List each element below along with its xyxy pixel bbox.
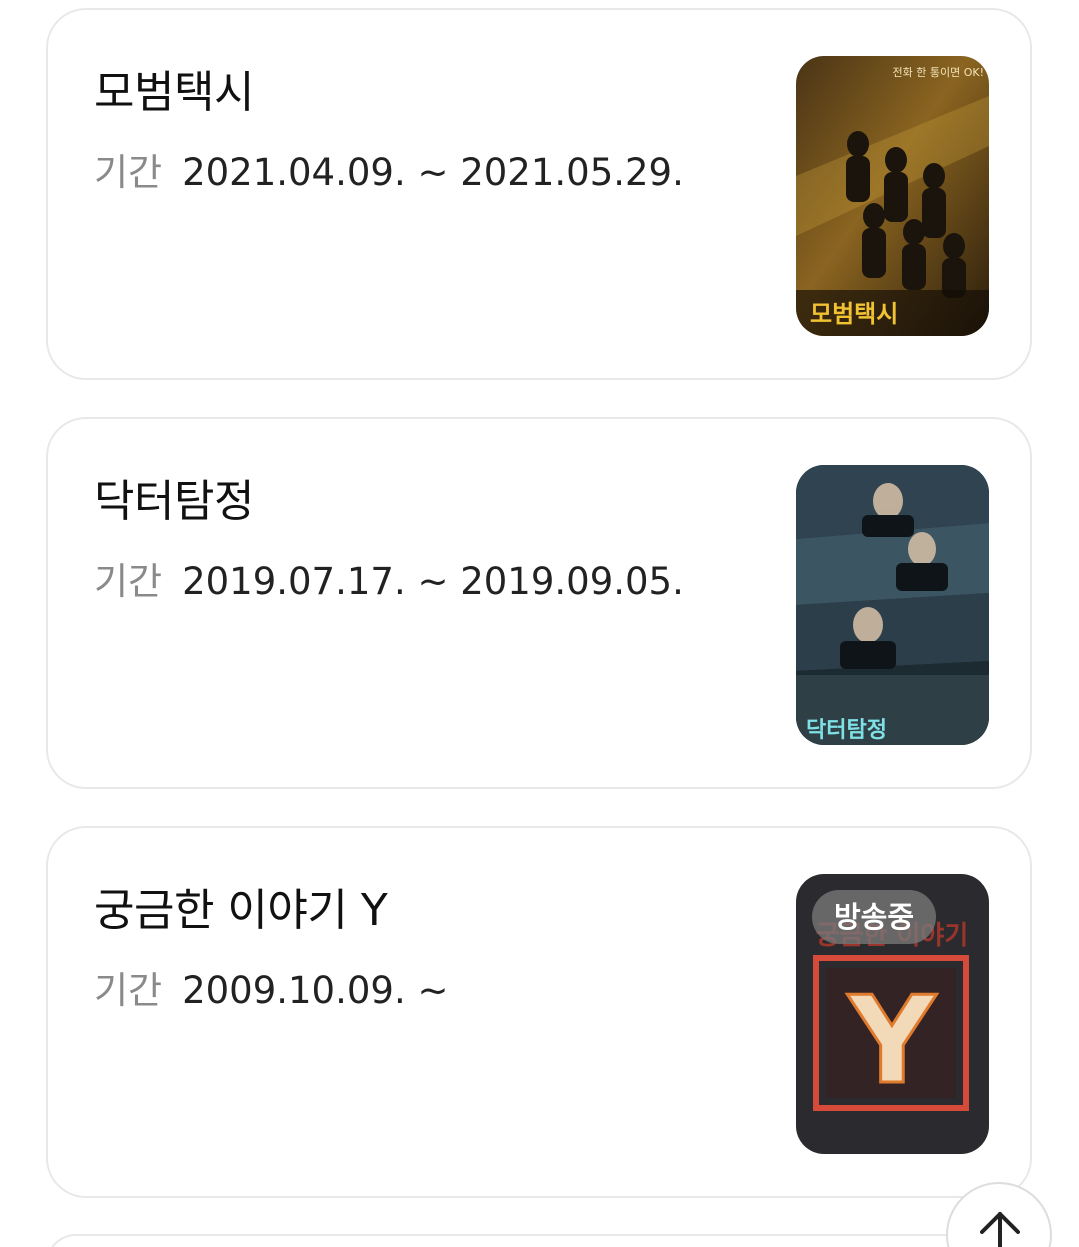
poster-image[interactable]: 전화 한 통이면 OK! 모범택시 [796, 56, 989, 336]
poster-caption: 닥터탐정 [806, 718, 887, 743]
poster-logo-letter: Y [847, 972, 938, 1111]
period-value: 2009.10.09. ~ [182, 969, 449, 1012]
result-card-next[interactable] [46, 1234, 1032, 1247]
period-label: 기간 [94, 151, 163, 194]
period-value: 2021.04.09. ~ 2021.05.29. [182, 151, 684, 194]
period-label: 기간 [94, 969, 163, 1012]
poster-image[interactable]: 궁금한 이야기 Y 방송중 [796, 874, 989, 1154]
result-title[interactable]: 궁금한 이야기 Y [94, 874, 388, 938]
on-air-badge: 방송중 [812, 890, 937, 944]
poster-artwork: 전화 한 통이면 OK! 모범택시 [796, 56, 989, 336]
result-card-curious-story-y[interactable]: 궁금한 이야기 Y 기간 2009.10.09. ~ 궁금한 이야기 Y 방송중 [46, 826, 1032, 1198]
search-results-list: 모범택시 기간 2021.04.09. ~ 2021.05.29. 전화 한 통… [0, 0, 1079, 1247]
result-card-doctor-detective[interactable]: 닥터탐정 기간 2019.07.17. ~ 2019.09.05. 닥터탐정 [46, 417, 1032, 789]
broadcast-period: 기간 2009.10.09. ~ [94, 960, 448, 1014]
result-title[interactable]: 닥터탐정 [94, 465, 254, 529]
period-label: 기간 [94, 560, 163, 603]
result-title[interactable]: 모범택시 [94, 56, 254, 120]
poster-image[interactable]: 닥터탐정 [796, 465, 989, 745]
poster-caption: 모범택시 [810, 300, 898, 328]
broadcast-period: 기간 2019.07.17. ~ 2019.09.05. [94, 551, 684, 605]
arrow-up-icon [980, 1212, 1020, 1247]
broadcast-period: 기간 2021.04.09. ~ 2021.05.29. [94, 142, 684, 196]
period-value: 2019.07.17. ~ 2019.09.05. [182, 560, 684, 603]
result-card-taxi-driver[interactable]: 모범택시 기간 2021.04.09. ~ 2021.05.29. 전화 한 통… [46, 8, 1032, 380]
poster-tagline: 전화 한 통이면 OK! [893, 66, 985, 79]
poster-artwork: 닥터탐정 [796, 465, 989, 745]
